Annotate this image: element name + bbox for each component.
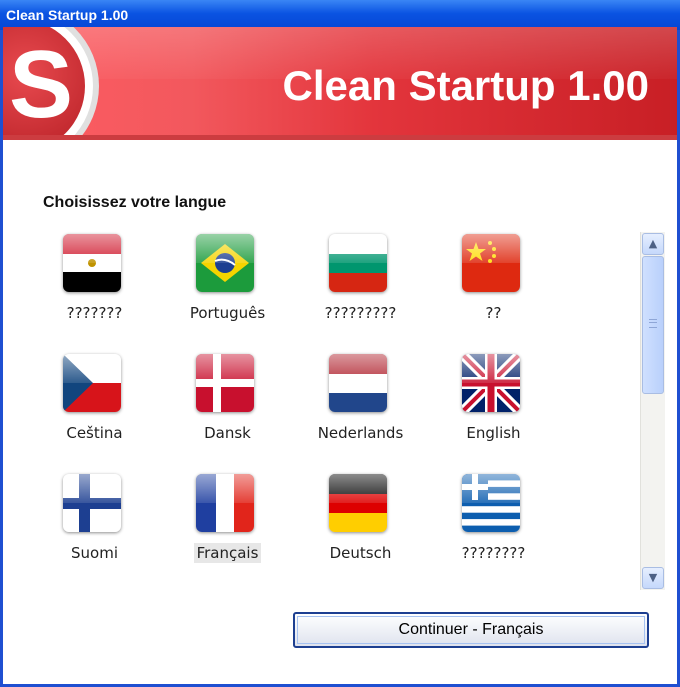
flag-gloss [63,234,121,263]
language-option-1[interactable]: Português [161,228,294,338]
uk-flag-icon [462,354,520,412]
flag-gloss [329,234,387,263]
language-label: Português [189,304,266,322]
language-heading: Choisissez votre langue [43,194,227,211]
france-flag-icon [196,474,254,532]
app-window: Clean Startup 1.00 S Clean Startup 1.00 … [0,0,680,687]
logo-letter: S [9,31,74,138]
language-label: Nederlands [317,424,404,442]
language-option-6[interactable]: Nederlands [294,348,427,458]
logo-circle: S [3,27,85,140]
app-logo-icon: S [3,27,93,140]
vertical-scrollbar[interactable]: ▲ ▼ [640,232,665,590]
language-option-11[interactable]: ???????? [427,468,560,578]
flag-gloss [196,234,254,263]
language-option-0[interactable]: ??????? [28,228,161,338]
scrollbar-thumb[interactable] [642,256,664,394]
language-option-8[interactable]: Suomi [28,468,161,578]
denmark-flag-icon [196,354,254,412]
language-label: Français [161,543,294,563]
language-option-7[interactable]: English [427,348,560,458]
brazil-flag-icon [196,234,254,292]
grip-icon [649,319,657,328]
language-label: English [466,424,521,442]
window-title: Clean Startup 1.00 [6,7,129,23]
header-banner: S Clean Startup 1.00 [3,27,677,140]
germany-flag-icon [329,474,387,532]
flag-gloss [462,474,520,503]
scroll-down-button[interactable]: ▼ [642,567,664,589]
language-label: Deutsch [329,544,392,562]
language-option-4[interactable]: Ceština [28,348,161,458]
greece-flag-icon [462,474,520,532]
language-grid: ??????? Português ????????? ?? Ceština D… [28,228,628,588]
banner-divider [3,135,677,140]
finland-flag-icon [63,474,121,532]
language-label: Dansk [204,424,251,442]
china-flag-icon [462,234,520,292]
flag-gloss [63,354,121,383]
banner-title: Clean Startup 1.00 [282,62,649,109]
language-label: Ceština [66,424,123,442]
language-label: ????????? [324,304,397,322]
language-option-3[interactable]: ?? [427,228,560,338]
arrow-up-icon: ▲ [648,237,658,250]
scroll-up-button[interactable]: ▲ [642,233,664,255]
language-label: ??????? [66,304,123,322]
language-label: Suomi [71,544,118,562]
flag-gloss [196,474,254,503]
title-bar[interactable]: Clean Startup 1.00 [0,0,680,30]
netherlands-flag-icon [329,354,387,412]
continue-button-label: Continuer - Français [398,621,544,638]
flag-gloss [63,474,121,503]
language-option-2[interactable]: ????????? [294,228,427,338]
flag-gloss [329,354,387,383]
arrow-down-icon: ▼ [648,571,658,584]
language-option-5[interactable]: Dansk [161,348,294,458]
flag-gloss [462,234,520,263]
czech-flag-icon [63,354,121,412]
language-option-10[interactable]: Deutsch [294,468,427,578]
language-label: ?? [485,304,502,322]
flag-gloss [462,354,520,383]
continue-button[interactable]: Continuer - Français [293,612,649,648]
flag-gloss [196,354,254,383]
flag-gloss [329,474,387,503]
bulgaria-flag-icon [329,234,387,292]
language-label: ???????? [461,544,526,562]
egypt-flag-icon [63,234,121,292]
language-option-9[interactable]: Français [161,468,294,578]
